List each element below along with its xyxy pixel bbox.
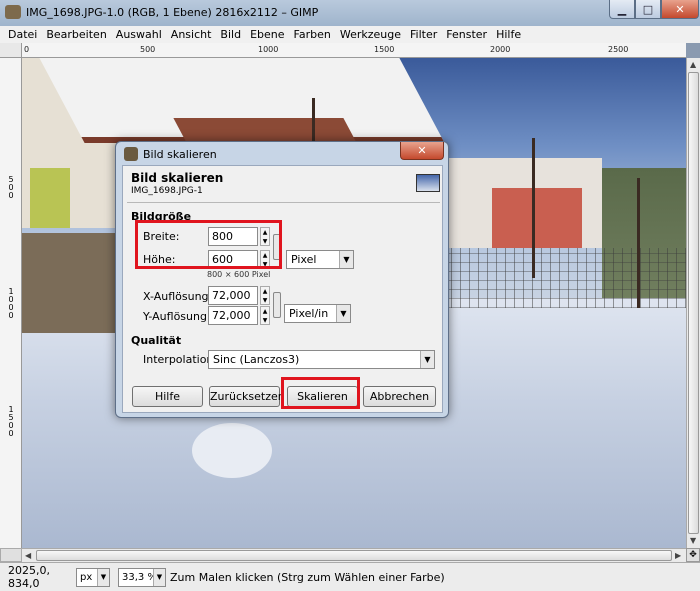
ruler-tick: 2000 bbox=[490, 45, 511, 54]
vertical-ruler[interactable]: 5 0 0 1 0 0 0 1 5 0 0 bbox=[0, 58, 22, 548]
interpolation-select[interactable]: Sinc (Lanczos3) ▼ bbox=[208, 350, 435, 369]
interpolation-value: Sinc (Lanczos3) bbox=[213, 353, 300, 366]
height-field[interactable]: 600 bbox=[208, 250, 258, 269]
chevron-down-icon: ▼ bbox=[153, 568, 165, 586]
ruler-tick: 1500 bbox=[374, 45, 395, 54]
unit-select-value: px bbox=[80, 571, 93, 583]
title-bar[interactable]: IMG_1698.JPG-1.0 (RGB, 1 Ebene) 2816x211… bbox=[0, 0, 700, 26]
quick-mask-toggle[interactable] bbox=[0, 548, 22, 562]
y-resolution-spinner[interactable]: ▲ ▼ bbox=[260, 306, 270, 325]
zoom-value: 33,3 % bbox=[122, 571, 157, 583]
menu-farben[interactable]: Farben bbox=[294, 28, 331, 41]
gimp-app-icon bbox=[124, 147, 138, 161]
size-unit-select[interactable]: Pixel ▼ bbox=[286, 250, 354, 269]
window-title: IMG_1698.JPG-1.0 (RGB, 1 Ebene) 2816x211… bbox=[26, 6, 319, 19]
chevron-down-icon: ▼ bbox=[339, 251, 353, 268]
y-resolution-field[interactable]: 72,000 bbox=[208, 306, 258, 325]
scroll-up-icon[interactable]: ▲ bbox=[690, 60, 696, 69]
ruler-tick: 2500 bbox=[608, 45, 629, 54]
menu-ansicht[interactable]: Ansicht bbox=[171, 28, 212, 41]
status-message: Zum Malen klicken (Strg zum Wählen einer… bbox=[170, 570, 445, 584]
unit-select[interactable]: px ▼ bbox=[76, 567, 110, 587]
x-resolution-spinner[interactable]: ▲ ▼ bbox=[260, 286, 270, 305]
dialog-close-button[interactable]: ✕ bbox=[400, 142, 444, 160]
resolution-unit-select[interactable]: Pixel/in ▼ bbox=[284, 304, 351, 323]
navigate-icon[interactable]: ✥ bbox=[686, 548, 700, 562]
resolution-unit-value: Pixel/in bbox=[289, 307, 329, 320]
chain-link-icon[interactable] bbox=[273, 234, 281, 260]
close-button[interactable]: ✕ bbox=[661, 0, 699, 19]
section-quality: Qualität bbox=[131, 334, 182, 347]
photo-fence bbox=[442, 248, 686, 308]
ruler-tick: 0 bbox=[8, 429, 14, 438]
y-resolution-label: Y-Auflösung: bbox=[143, 310, 211, 323]
x-resolution-field[interactable]: 72,000 bbox=[208, 286, 258, 305]
scroll-down-icon[interactable]: ▼ bbox=[690, 536, 696, 545]
pointer-coordinates: 2025,0, 834,0 bbox=[8, 564, 50, 590]
width-label: Breite: bbox=[143, 230, 180, 243]
dialog-title: Bild skalieren bbox=[143, 147, 217, 161]
vertical-scrollbar[interactable]: ▲ ▼ bbox=[686, 58, 700, 548]
ruler-tick: 0 bbox=[8, 311, 14, 320]
divider bbox=[127, 202, 440, 203]
scroll-right-icon[interactable]: ▶ bbox=[675, 551, 681, 560]
help-button[interactable]: Hilfe bbox=[132, 386, 203, 407]
photo-tree bbox=[637, 178, 640, 308]
ruler-corner[interactable] bbox=[0, 43, 22, 58]
photo-snow-mound bbox=[192, 423, 272, 478]
height-spinner[interactable]: ▲ ▼ bbox=[260, 250, 270, 269]
ruler-tick: 0 bbox=[8, 191, 14, 200]
ruler-tick: 0 bbox=[24, 45, 30, 54]
ruler-tick: 1000 bbox=[258, 45, 279, 54]
zoom-select[interactable]: 33,3 % ▼ bbox=[118, 567, 166, 587]
menu-ebene[interactable]: Ebene bbox=[250, 28, 284, 41]
photo-green-door bbox=[30, 168, 70, 228]
menu-auswahl[interactable]: Auswahl bbox=[116, 28, 162, 41]
chain-link-icon[interactable] bbox=[273, 292, 281, 318]
size-unit-value: Pixel bbox=[291, 253, 317, 266]
chevron-down-icon: ▼ bbox=[97, 568, 109, 586]
width-field[interactable]: 800 bbox=[208, 227, 258, 246]
dialog-header-title: Bild skalieren bbox=[131, 171, 224, 185]
minimize-button[interactable]: ▁ bbox=[609, 0, 635, 19]
horizontal-scrollbar[interactable]: ◀ ▶ bbox=[22, 548, 686, 562]
scale-button[interactable]: Skalieren bbox=[287, 386, 358, 407]
reset-button[interactable]: Zurücksetzen bbox=[209, 386, 285, 407]
vertical-scroll-thumb[interactable] bbox=[688, 72, 699, 534]
menu-hilfe[interactable]: Hilfe bbox=[496, 28, 521, 41]
scroll-left-icon[interactable]: ◀ bbox=[25, 551, 31, 560]
height-label: Höhe: bbox=[143, 253, 176, 266]
menu-bar: Datei Bearbeiten Auswahl Ansicht Bild Eb… bbox=[0, 26, 700, 43]
status-bar: 2025,0, 834,0 px ▼ 33,3 % ▼ Zum Malen kl… bbox=[0, 562, 700, 591]
menu-werkzeuge[interactable]: Werkzeuge bbox=[340, 28, 401, 41]
dialog-title-bar[interactable]: Bild skalieren bbox=[124, 147, 217, 161]
image-thumbnail bbox=[416, 174, 440, 192]
menu-bild[interactable]: Bild bbox=[220, 28, 241, 41]
menu-filter[interactable]: Filter bbox=[410, 28, 437, 41]
ruler-tick: 500 bbox=[140, 45, 156, 54]
horizontal-ruler[interactable]: 0 500 1000 1500 2000 2500 bbox=[22, 43, 686, 58]
maximize-button[interactable]: □ bbox=[635, 0, 661, 19]
horizontal-scroll-thumb[interactable] bbox=[36, 550, 672, 561]
x-resolution-label: X-Auflösung: bbox=[143, 290, 213, 303]
menu-fenster[interactable]: Fenster bbox=[446, 28, 487, 41]
scale-image-dialog: Bild skalieren ✕ Bild skalieren IMG_1698… bbox=[115, 141, 449, 418]
dialog-body: Bild skalieren IMG_1698.JPG-1 Bildgröße … bbox=[122, 165, 443, 413]
chevron-down-icon: ▼ bbox=[336, 305, 350, 322]
section-image-size: Bildgröße bbox=[131, 210, 192, 223]
photo-tree bbox=[532, 138, 535, 278]
cancel-button[interactable]: Abbrechen bbox=[363, 386, 436, 407]
interpolation-label: Interpolation: bbox=[143, 353, 218, 366]
photo-stone-wall bbox=[22, 233, 117, 333]
chevron-down-icon: ▼ bbox=[420, 351, 434, 368]
width-spinner[interactable]: ▲ ▼ bbox=[260, 227, 270, 246]
gimp-window: IMG_1698.JPG-1.0 (RGB, 1 Ebene) 2816x211… bbox=[0, 0, 700, 591]
size-note: 800 × 600 Pixel bbox=[207, 270, 271, 279]
gimp-app-icon bbox=[5, 5, 21, 19]
dialog-header-subtitle: IMG_1698.JPG-1 bbox=[131, 186, 203, 196]
dialog-header: Bild skalieren IMG_1698.JPG-1 bbox=[131, 171, 223, 196]
menu-bearbeiten[interactable]: Bearbeiten bbox=[46, 28, 106, 41]
photo-red-roof bbox=[492, 188, 582, 248]
menu-datei[interactable]: Datei bbox=[8, 28, 37, 41]
